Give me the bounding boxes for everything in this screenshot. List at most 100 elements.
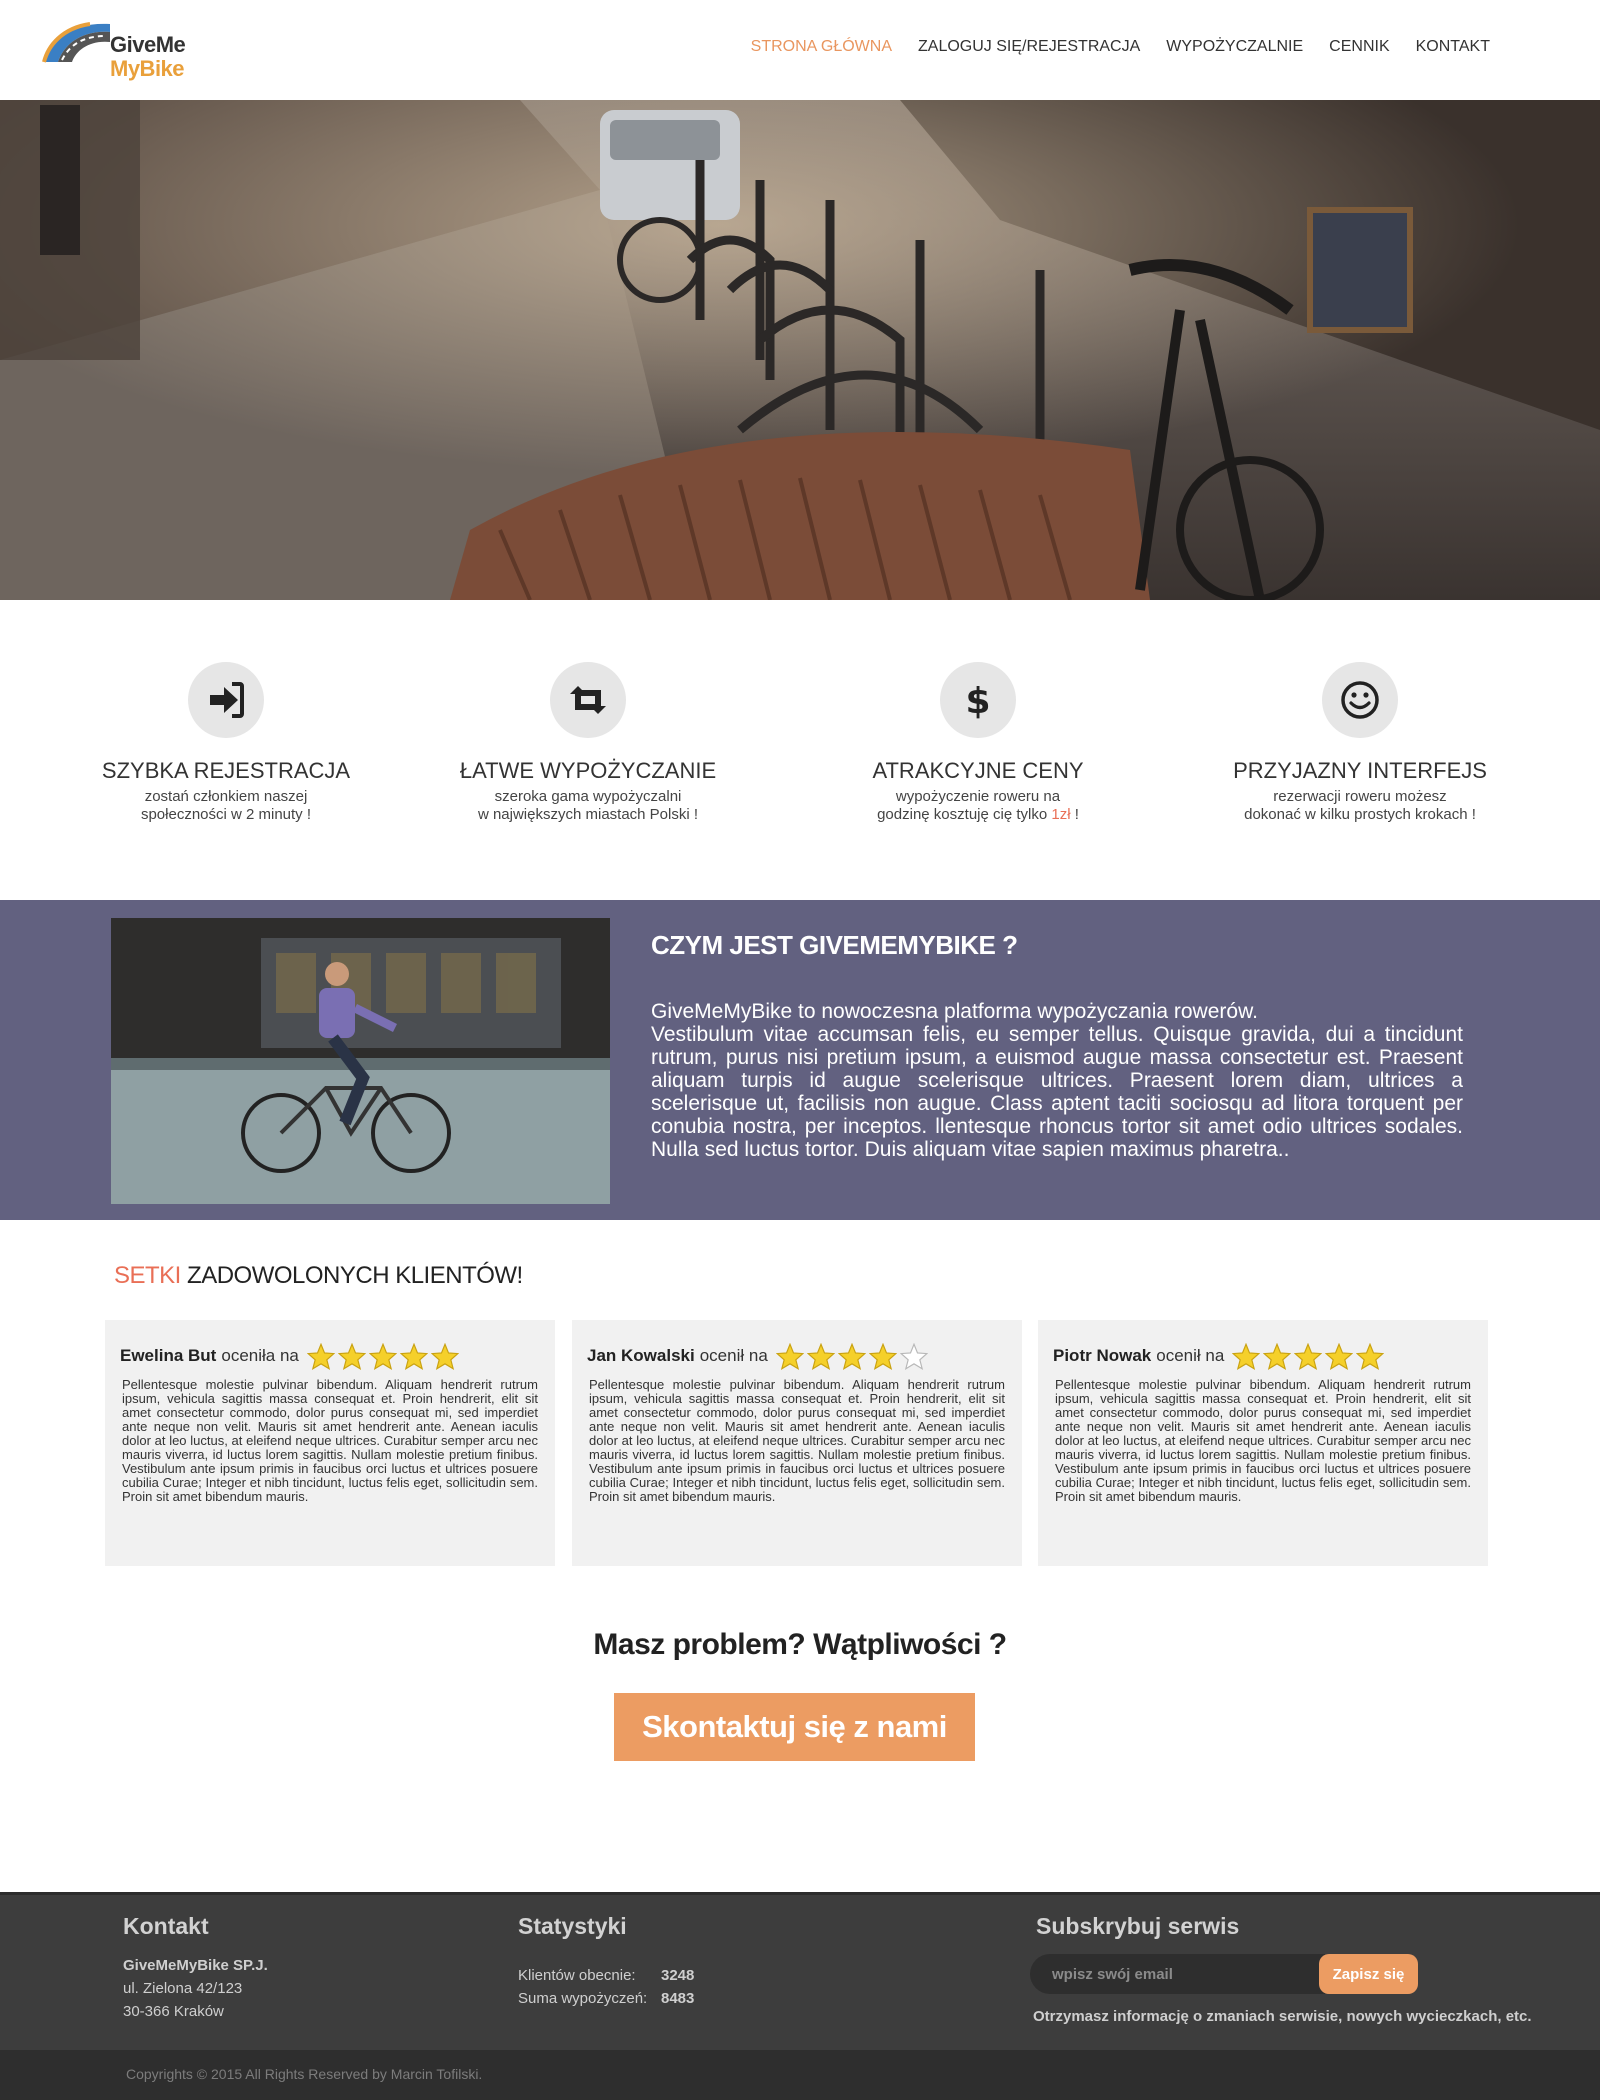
main-nav: STRONA GŁÓWNA ZALOGUJ SIĘ/REJESTRACJA WY…: [751, 38, 1490, 56]
review-verb: ocenił na: [699, 1346, 768, 1365]
star-empty-icon: [899, 1342, 928, 1370]
footer-contact-title: Kontakt: [123, 1913, 209, 1939]
stat-rentals: Suma wypożyczeń: 8483: [518, 1987, 694, 2010]
nav-pricing[interactable]: CENNIK: [1329, 38, 1389, 56]
review-card: Piotr Nowak ocenił na Pellentesque moles…: [1038, 1320, 1488, 1566]
review-header: Jan Kowalski ocenił na: [587, 1342, 1007, 1370]
reviewer-name: Jan Kowalski: [587, 1346, 695, 1365]
star-rating: [1232, 1342, 1385, 1370]
email-input[interactable]: [1030, 1954, 1325, 1994]
review-verb: ocenił na: [1156, 1346, 1225, 1365]
dollar-icon: $: [965, 681, 990, 720]
feature-line2-end: !: [1070, 806, 1079, 823]
footer-subscribe: Subskrybuj serwis Zapisz się Otrzymasz i…: [1030, 1913, 1532, 2025]
review-header: Ewelina But oceniła na: [120, 1342, 540, 1370]
feature-icon-badge: [188, 662, 264, 738]
nav-contact[interactable]: KONTAKT: [1416, 38, 1490, 56]
testimonials-title: SETKI ZADOWOLONYCH KLIENTÓW!: [114, 1262, 523, 1290]
cyclist-illustration: [111, 918, 610, 1204]
feature-title: PRZYJAZNY INTERFEJS: [1233, 758, 1487, 783]
road-logo-icon: [42, 22, 110, 63]
stat-clients-label: Klientów obecnie:: [518, 1967, 636, 1984]
star-rating: [306, 1342, 459, 1370]
smile-icon: [1341, 681, 1379, 719]
feature-description: zostań członkiem naszej społeczności w 2…: [66, 788, 386, 824]
feature-line2: w największych miastach Polski !: [477, 806, 699, 823]
about-text: GiveMeMyBike to nowoczesna platforma wyp…: [651, 1000, 1463, 1161]
about-title: CZYM JEST GIVEMEMYBIKE ?: [651, 930, 1018, 960]
star-filled-icon: [306, 1342, 335, 1370]
feature-icon-badge: [550, 662, 626, 738]
footer-subscribe-title: Subskrybuj serwis: [1036, 1913, 1240, 1939]
star-filled-icon: [775, 1342, 804, 1370]
star-filled-icon: [368, 1342, 397, 1370]
star-filled-icon: [1263, 1342, 1292, 1370]
feature-icon-badge: [1322, 662, 1398, 738]
reviewer-name: Piotr Nowak: [1053, 1346, 1152, 1365]
review-text: Pellentesque molestie pulvinar bibendum.…: [589, 1377, 1005, 1504]
star-filled-icon: [1325, 1342, 1354, 1370]
contact-us-button[interactable]: Skontaktuj się z nami: [614, 1693, 975, 1761]
cta-question: Masz problem? Wątpliwości ?: [593, 1628, 1007, 1661]
feature-easy-rental: ŁATWE WYPOŻYCZANIE szeroka gama wypożycz…: [428, 662, 748, 824]
feature-line1: rezerwacji roweru możesz: [1273, 788, 1447, 805]
company-city: 30-366 Kraków: [123, 2003, 224, 2020]
feature-line1: zostań członkiem naszej: [144, 788, 308, 805]
review-text: Pellentesque molestie pulvinar bibendum.…: [1055, 1377, 1471, 1504]
star-filled-icon: [1232, 1342, 1261, 1370]
feature-line1: szeroka gama wypożyczalni: [494, 788, 682, 805]
subscribe-note: Otrzymasz informację o zmaniach serwisie…: [1033, 2008, 1532, 2025]
feature-description: szeroka gama wypożyczalni w największych…: [428, 788, 748, 824]
subscribe-button[interactable]: Zapisz się: [1319, 1954, 1418, 1994]
copyright-text: Copyrights © 2015 All Rights Reserved by…: [126, 2066, 483, 2082]
star-filled-icon: [1294, 1342, 1323, 1370]
feature-attractive-prices: $ ATRAKCYJNE CENY wypożyczenie roweru na…: [818, 662, 1138, 824]
company-name: GiveMeMyBike SP.J.: [123, 1957, 268, 1974]
nav-home[interactable]: STRONA GŁÓWNA: [751, 38, 892, 56]
star-filled-icon: [806, 1342, 835, 1370]
review-card: Jan Kowalski ocenił na Pellentesque mole…: [572, 1320, 1022, 1566]
star-filled-icon: [430, 1342, 459, 1370]
site-logo[interactable]: GiveMe MyBike: [42, 14, 192, 84]
star-filled-icon: [1356, 1342, 1385, 1370]
stat-clients-value: 3248: [661, 1967, 695, 1984]
about-lead: GiveMeMyBike to nowoczesna platforma wyp…: [651, 1000, 1258, 1023]
subscribe-form: Zapisz się: [1030, 1954, 1532, 1994]
company-street: ul. Zielona 42/123: [123, 1980, 243, 1997]
feature-icon-badge: $: [940, 662, 1016, 738]
about-body: Vestibulum vitae accumsan felis, eu semp…: [651, 1023, 1463, 1161]
feature-description: rezerwacji roweru możesz dokonać w kilku…: [1200, 788, 1520, 824]
site-header: GiveMe MyBike STRONA GŁÓWNA ZALOGUJ SIĘ/…: [0, 0, 1600, 100]
testimonials-title-accent: SETKI: [114, 1262, 181, 1289]
reviewer-name: Ewelina But: [120, 1346, 217, 1365]
feature-line2: dokonać w kilku prostych krokach !: [1244, 806, 1476, 823]
feature-line2: społeczności w 2 minuty !: [140, 806, 312, 823]
feature-friendly-interface: PRZYJAZNY INTERFEJS rezerwacji roweru mo…: [1200, 662, 1520, 824]
footer-contact: Kontakt GiveMeMyBike SP.J. ul. Zielona 4…: [123, 1913, 268, 2023]
feature-line2: godzinę kosztuję cię tylko: [877, 806, 1052, 823]
review-text: Pellentesque molestie pulvinar bibendum.…: [122, 1377, 538, 1504]
review-card: Ewelina But oceniła na Pellentesque mole…: [105, 1320, 555, 1566]
feature-fast-registration: SZYBKA REJESTRACJA zostań członkiem nasz…: [66, 662, 386, 824]
price-highlight: 1zł: [1051, 806, 1071, 823]
copyright-bar: Copyrights © 2015 All Rights Reserved by…: [0, 2050, 1600, 2100]
stat-rentals-label: Suma wypożyczeń:: [518, 1990, 648, 2007]
street-bike-rack-illustration: [0, 100, 1600, 600]
footer-stats: Statystyki Klientów obecnie: 3248 Suma w…: [518, 1913, 694, 2010]
star-filled-icon: [399, 1342, 428, 1370]
feature-description: wypożyczenie roweru na godzinę kosztuję …: [818, 788, 1138, 824]
nav-rentals[interactable]: WYPOŻYCZALNIE: [1166, 38, 1303, 56]
svg-text:$: $: [965, 681, 990, 720]
nav-login-register[interactable]: ZALOGUJ SIĘ/REJESTRACJA: [918, 38, 1140, 56]
stat-clients: Klientów obecnie: 3248: [518, 1964, 694, 1987]
star-filled-icon: [337, 1342, 366, 1370]
cyclist-photo: [111, 918, 610, 1204]
logo-line2: MyBike: [110, 56, 185, 81]
logo-line1: GiveMe: [110, 32, 186, 57]
sign-in-icon: [210, 682, 244, 718]
star-rating: [775, 1342, 928, 1370]
site-footer: Kontakt GiveMeMyBike SP.J. ul. Zielona 4…: [0, 1892, 1600, 2050]
stat-rentals-value: 8483: [661, 1990, 695, 2007]
retweet-icon: [570, 686, 606, 714]
star-filled-icon: [837, 1342, 866, 1370]
